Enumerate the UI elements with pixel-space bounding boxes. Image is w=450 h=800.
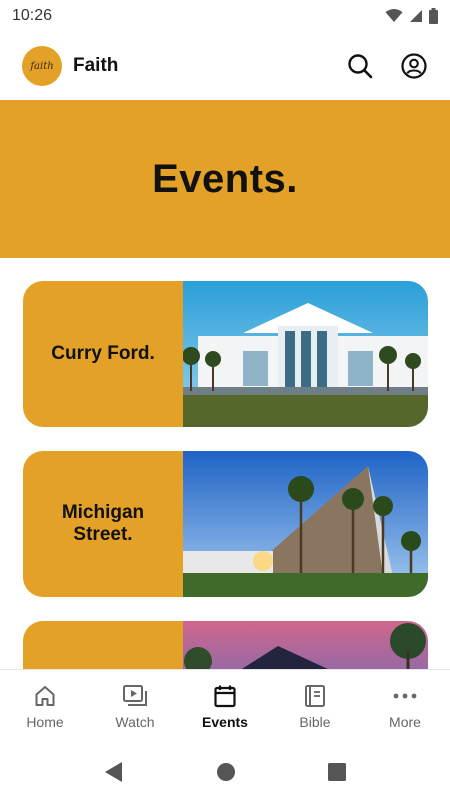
search-button[interactable] — [346, 52, 374, 80]
play-icon — [123, 684, 147, 706]
status-time: 10:26 — [12, 7, 53, 24]
nav-label-more: More — [389, 713, 421, 730]
app-logo: faith — [22, 46, 62, 86]
event-card-curry-ford[interactable]: Curry Ford. — [23, 281, 428, 427]
event-card-image — [183, 451, 428, 597]
app-bar: faith Faith — [0, 32, 450, 100]
nav-item-watch[interactable]: Watch — [90, 670, 180, 743]
app-title: Faith — [73, 55, 119, 76]
hero-title: Events. — [152, 156, 298, 201]
status-bar: 10:26 — [0, 0, 450, 32]
home-icon — [35, 685, 55, 706]
nav-item-more[interactable]: More — [360, 670, 450, 743]
more-icon — [393, 693, 417, 698]
nav-item-home[interactable]: Home — [0, 670, 90, 743]
logo-text: faith — [30, 60, 54, 72]
nav-label-bible: Bible — [299, 713, 331, 730]
nav-item-bible[interactable]: Bible — [270, 670, 360, 743]
recents-icon[interactable] — [328, 762, 346, 781]
nav-label-events: Events — [202, 713, 248, 730]
signal-icon — [410, 10, 422, 22]
wifi-icon — [385, 9, 403, 22]
event-card-label-panel: Michigan Street. — [23, 451, 183, 597]
home-circle-icon[interactable] — [216, 762, 236, 782]
system-navigation-bar — [0, 743, 450, 800]
nav-item-events[interactable]: Events — [180, 670, 270, 743]
calendar-icon — [214, 685, 236, 707]
events-hero-banner: Events. — [0, 100, 450, 258]
event-card-michigan-street[interactable]: Michigan Street. — [23, 451, 428, 597]
account-icon — [401, 53, 427, 79]
search-icon — [348, 54, 373, 79]
bottom-navigation: Home Watch Events Bible More — [0, 669, 450, 743]
nav-label-home: Home — [26, 713, 64, 730]
event-card-image — [183, 281, 428, 427]
event-card-label: Michigan Street. — [61, 501, 145, 545]
book-icon — [305, 684, 325, 707]
app-actions — [346, 52, 428, 80]
nav-label-watch: Watch — [115, 713, 155, 730]
status-icons — [385, 8, 438, 24]
event-card-label: Curry Ford. — [51, 342, 155, 364]
back-icon[interactable] — [104, 761, 124, 783]
account-button[interactable] — [400, 52, 428, 80]
battery-icon — [429, 8, 438, 24]
event-card-label-panel: Curry Ford. — [23, 281, 183, 427]
